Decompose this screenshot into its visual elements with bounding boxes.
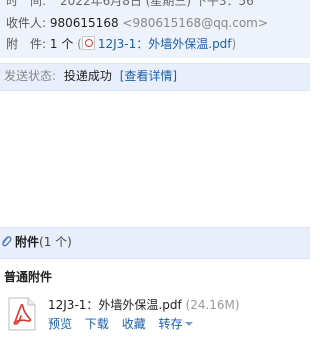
file-actions: 预览 下载 收藏 转存 (48, 316, 193, 332)
pdf-large-icon[interactable] (8, 297, 36, 331)
attachment-label: 附 件: (6, 37, 47, 51)
attachment-count: 1 个 (49, 37, 74, 51)
time-row: 时 间: 2022年6月8日 (星期三) 下午3：56 (6, 0, 254, 9)
attachments-title-row: 附件(1 个) (0, 234, 72, 252)
recipient-email: <980615168@qq.com> (122, 16, 268, 30)
attachments-title: 附件 (15, 235, 40, 249)
paperclip-icon (0, 234, 12, 252)
save-to-link[interactable]: 转存 (159, 317, 183, 331)
attachment-close-paren: ) (231, 37, 237, 51)
chevron-down-icon[interactable] (184, 322, 193, 326)
attachment-row: 附 件: 1 个 (12J3-1：外墙外保温.pdf) (6, 36, 236, 52)
normal-attachments-title: 普通附件 (4, 269, 52, 285)
download-link[interactable]: 下载 (85, 317, 109, 331)
normal-attachments-label: 普通附件 (4, 270, 53, 284)
time-label: 时 间: (6, 0, 47, 8)
time-value: 2022年6月8日 (星期三) 下午3：56 (60, 0, 254, 8)
delivery-status-bar: 发送状态: 投递成功 [查看详情] (0, 63, 310, 91)
file-name[interactable]: 12J3-1：外墙外保温.pdf (48, 298, 182, 312)
file-row: 12J3-1：外墙外保温.pdf (24.16M) (48, 297, 240, 313)
recipient-row: 收件人: 980615168 <980615168@qq.com> (6, 15, 268, 31)
recipient-name[interactable]: 980615168 (50, 16, 119, 30)
status-row: 发送状态: 投递成功 [查看详情] (4, 68, 177, 84)
attachment-link[interactable]: 12J3-1：外墙外保温.pdf (98, 37, 232, 51)
attachments-header-bar: 附件(1 个) (0, 227, 310, 259)
preview-link[interactable]: 预览 (48, 317, 72, 331)
favorite-link[interactable]: 收藏 (122, 317, 146, 331)
recipient-label: 收件人: (6, 16, 47, 30)
pdf-file-icon (81, 36, 95, 50)
file-size: (24.16M) (185, 298, 240, 312)
status-details-link[interactable]: [查看详情] (120, 69, 177, 83)
status-label: 发送状态: (4, 69, 57, 83)
status-value: 投递成功 (63, 69, 112, 83)
attachments-count: (1 个) (39, 235, 72, 249)
